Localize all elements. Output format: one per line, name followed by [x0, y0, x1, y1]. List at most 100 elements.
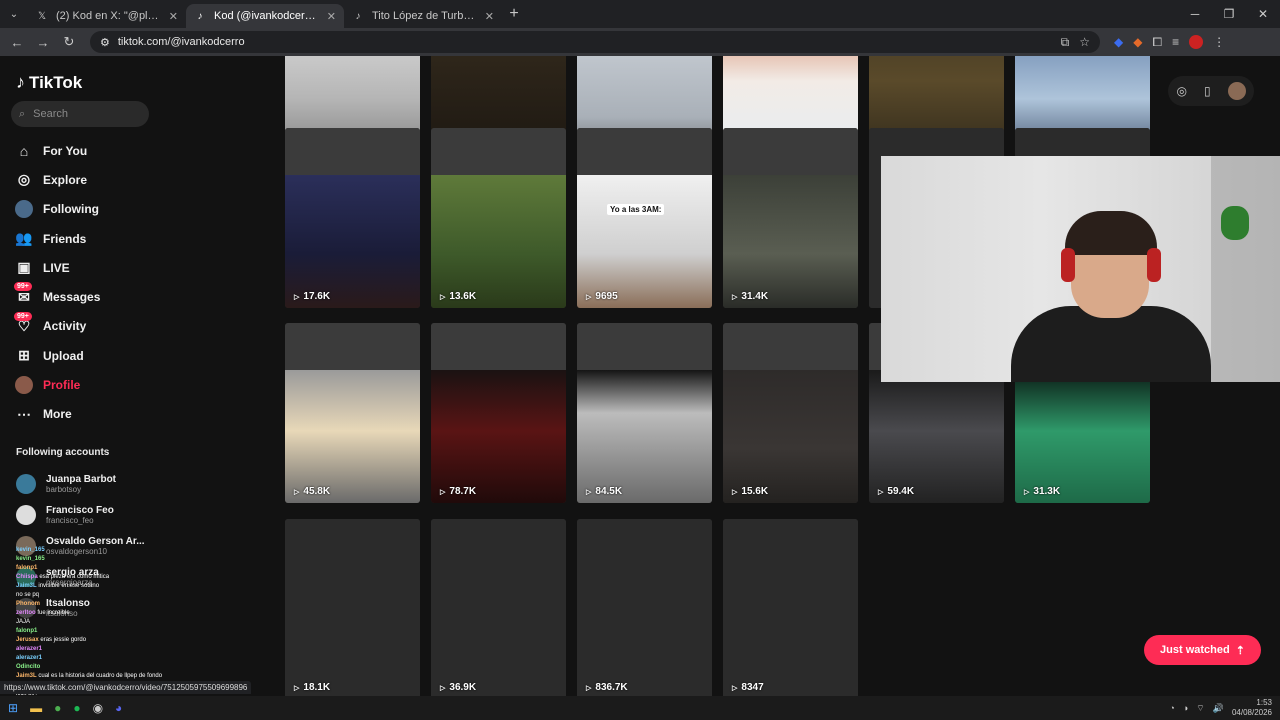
video-card[interactable]: ▷ 17.6K	[285, 128, 420, 308]
obs-icon[interactable]: ◉	[93, 701, 103, 715]
video-card[interactable]: ▷ 31.4K	[723, 128, 858, 308]
media-control-icon[interactable]: ≡	[1172, 35, 1179, 49]
browser-tab-1[interactable]: 𝕏 (2) Kod en X: "@playrust Been p ✕	[28, 4, 186, 28]
spotify-icon[interactable]: ●	[73, 701, 80, 715]
chat-message: kevin_165	[16, 555, 166, 564]
volume-icon[interactable]: 🔊	[1213, 703, 1224, 714]
window-close-icon[interactable]: ✕	[1246, 7, 1280, 21]
headset-left	[1061, 248, 1075, 282]
sidebar-item-label: For You	[43, 143, 88, 158]
play-icon: ▷	[440, 488, 446, 496]
play-icon: ▷	[294, 488, 300, 496]
chat-username: Jaim3L	[16, 673, 37, 679]
phone-icon[interactable]: ▯	[1204, 84, 1211, 98]
sidebar-item-label: Activity	[43, 319, 87, 334]
video-thumbnail	[431, 128, 566, 308]
view-count: ▷ 78.7K	[440, 486, 476, 497]
close-icon[interactable]: ✕	[169, 10, 178, 23]
browser-tab-2[interactable]: ♪ Kod (@ivankodcerro) | TikTok ✕	[186, 4, 344, 28]
streamer-hair	[1065, 211, 1157, 255]
avatar[interactable]	[1227, 82, 1246, 100]
wifi-icon[interactable]: ⌔	[1196, 703, 1204, 714]
discord-icon[interactable]: ◕	[115, 701, 122, 715]
chrome-icon[interactable]: ●	[54, 701, 61, 715]
chat-message: kevin_165	[16, 546, 166, 555]
tiktok-logo[interactable]: ♪ TikTok	[16, 72, 82, 93]
clock-time: 1:53	[1256, 698, 1272, 707]
stream-chat-overlay: kevin_165 kevin_165 falonp1 Chiispa esa …	[16, 546, 166, 696]
file-explorer-icon[interactable]: ▬	[30, 701, 42, 715]
green-mask-decoration	[1221, 206, 1249, 240]
browser-profile-avatar[interactable]	[1189, 35, 1204, 49]
system-tray: ◔ ◑ ⌔ 🔊 1:53 04/08/2026	[1169, 698, 1272, 718]
view-count-text: 17.6K	[303, 291, 331, 302]
view-count: ▷ 59.4K	[878, 486, 914, 497]
sidebar-item-following[interactable]: Following	[14, 195, 100, 224]
forward-icon[interactable]: →	[32, 31, 54, 53]
following-account[interactable]: Francisco Feo francisco_feo	[16, 499, 145, 530]
back-icon[interactable]: ←	[6, 31, 28, 53]
address-bar-row: ← → ↻ ⚙ tiktok.com/@ivankodcerro ⧉ ☆ ◆ ◆…	[0, 28, 1280, 56]
just-watched-label: Just watched	[1160, 644, 1230, 656]
just-watched-button[interactable]: Just watched ⇡	[1144, 635, 1261, 665]
new-tab-button[interactable]: +	[502, 5, 526, 23]
sidebar-item-upload[interactable]: ⊞ Upload	[14, 341, 100, 370]
url-field[interactable]: ⚙ tiktok.com/@ivankodcerro ⧉ ☆	[90, 31, 1100, 53]
video-card[interactable]: ▷ 78.7K	[431, 323, 566, 503]
sidebar-item-label: Friends	[43, 231, 87, 246]
sidebar-item-friends[interactable]: 👥 Friends	[14, 224, 100, 253]
tab-title: Kod (@ivankodcerro) | TikTok	[214, 10, 319, 22]
sidebar-item-profile[interactable]: Profile	[14, 370, 100, 399]
view-count-text: 8347	[741, 682, 764, 693]
search-input[interactable]: ⌕ Search	[11, 101, 149, 127]
sidebar-item-explore[interactable]: ◎ Explore	[14, 165, 100, 194]
windows-taskbar: ⊞ ▬ ● ● ◉ ◕ ◔ ◑ ⌔ 🔊 1:53 04/08/2026	[0, 696, 1280, 720]
account-name: Juanpa Barbot	[46, 473, 117, 485]
extensions-puzzle-icon[interactable]: ⧠	[1152, 35, 1162, 50]
sidebar-item-activity[interactable]: ♡ 99+ Activity	[14, 311, 100, 341]
restore-icon[interactable]: ❐	[1212, 7, 1246, 21]
tab-search-icon[interactable]: ⌄	[0, 0, 28, 28]
sidebar-item-for-you[interactable]: ⌂ For You	[14, 136, 100, 165]
following-account[interactable]: Juanpa Barbot barbotsoy	[16, 468, 145, 499]
reload-icon[interactable]: ↻	[58, 31, 80, 53]
windows-start-icon[interactable]: ⊞	[8, 701, 18, 715]
video-thumbnail	[285, 519, 420, 696]
clock[interactable]: 1:53 04/08/2026	[1232, 698, 1272, 718]
video-thumbnail	[431, 323, 566, 503]
extension-shield-icon[interactable]: ◆	[1114, 35, 1123, 49]
tray-icon[interactable]: ◔	[1169, 703, 1174, 713]
video-card[interactable]: ▷ 8347	[723, 519, 858, 696]
double-chevron-up-icon: ⇡	[1235, 644, 1245, 657]
site-info-icon[interactable]: ⚙	[100, 36, 110, 49]
sidebar-item-messages[interactable]: ✉ 99+ Messages	[14, 282, 100, 311]
minimize-icon[interactable]: ─	[1178, 7, 1212, 21]
sidebar-item-more[interactable]: ⋯ More	[14, 400, 100, 429]
chat-message: Jerusax eras jessie gordo	[16, 636, 166, 645]
tray-icon[interactable]: ◑	[1183, 703, 1188, 713]
video-card[interactable]: ▷ 13.6K	[431, 128, 566, 308]
video-card[interactable]: ▷ 36.9K	[431, 519, 566, 696]
bookmark-star-icon[interactable]: ☆	[1079, 35, 1090, 50]
close-icon[interactable]: ✕	[327, 10, 336, 23]
chat-message: Chiispa esa pieza era como mitica	[16, 573, 166, 582]
video-card[interactable]: ▷ 836.7K	[577, 519, 712, 696]
live-icon: ▣	[17, 259, 31, 276]
video-card[interactable]: ▷ 18.1K	[285, 519, 420, 696]
extension-fox-icon[interactable]: ◆	[1133, 35, 1142, 49]
compass-icon[interactable]: ◎	[1176, 84, 1186, 98]
view-count: ▷ 31.4K	[732, 291, 768, 302]
video-card[interactable]: Yo a las 3AM: ▷ 9695	[577, 128, 712, 308]
video-card[interactable]: ▷ 84.5K	[577, 323, 712, 503]
video-card[interactable]: ▷ 15.6K	[723, 323, 858, 503]
tiktok-icon: ♪	[355, 10, 361, 22]
install-app-icon[interactable]: ⧉	[1061, 35, 1070, 50]
sidebar-item-live[interactable]: ▣ LIVE	[14, 253, 100, 282]
browser-menu-icon[interactable]: ⋮	[1213, 35, 1225, 49]
account-name: Osvaldo Gerson Ar...	[46, 535, 145, 547]
browser-tab-3[interactable]: ♪ Tito López de Turbo: Kraken lo ✕	[344, 4, 502, 28]
close-icon[interactable]: ✕	[485, 10, 494, 23]
video-card[interactable]: ▷ 45.8K	[285, 323, 420, 503]
sidebar-item-label: Upload	[43, 348, 84, 363]
browser-tab-bar: ⌄ 𝕏 (2) Kod en X: "@playrust Been p ✕ ♪ …	[0, 0, 1280, 28]
